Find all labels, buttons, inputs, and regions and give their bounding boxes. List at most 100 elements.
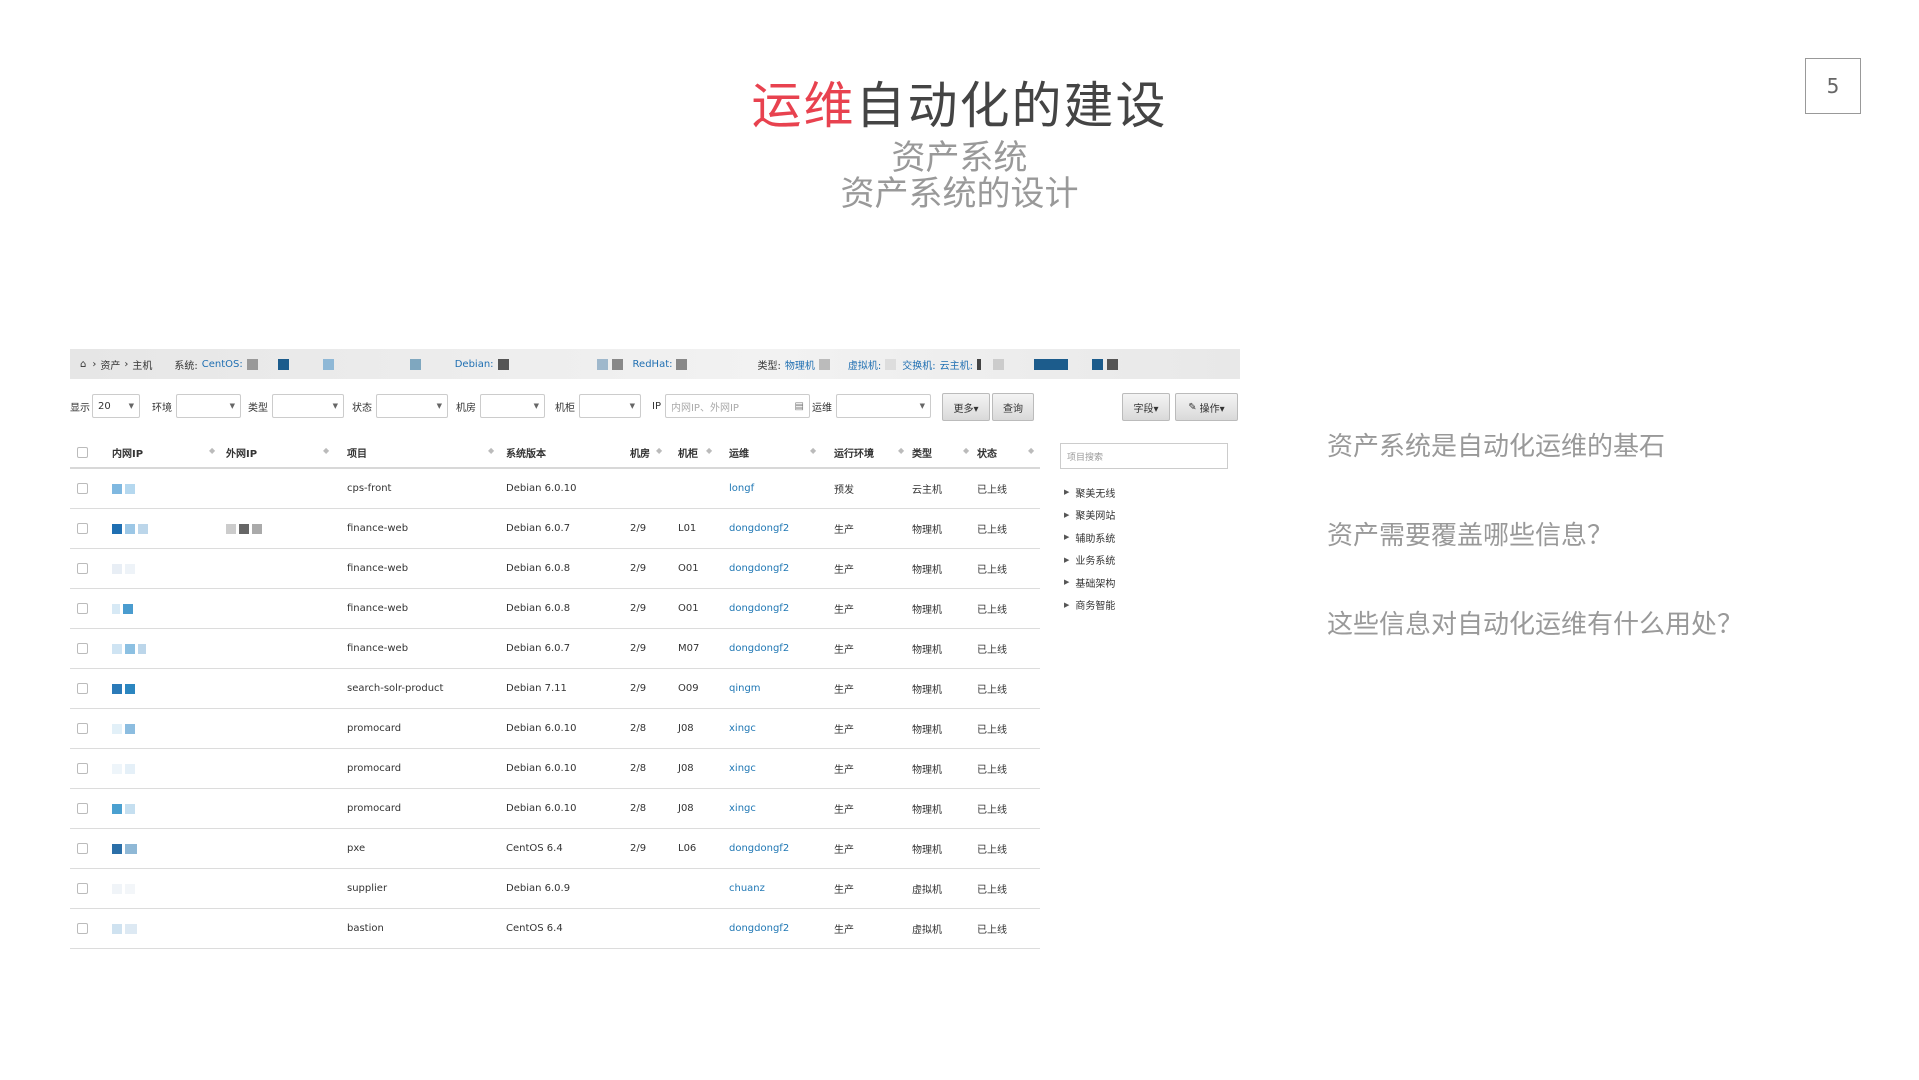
table-row[interactable]: pxe CentOS 6.4 2/9 L06 dongdongf2 生产 物理机 已上线 bbox=[70, 829, 1040, 869]
col-type[interactable]: 类型 bbox=[912, 437, 932, 467]
row-checkbox[interactable] bbox=[77, 803, 88, 814]
debian-filter[interactable]: Debian: bbox=[455, 359, 494, 370]
ops-link[interactable]: chuanz bbox=[729, 869, 765, 908]
breadcrumb-assets[interactable]: 资产 bbox=[100, 357, 120, 372]
status-select[interactable]: ▼ bbox=[376, 394, 448, 418]
table-row[interactable]: finance-web Debian 6.0.7 2/9 L01 dongdongf2 生… bbox=[70, 509, 1040, 549]
room-select[interactable]: ▼ bbox=[480, 394, 545, 418]
tree-item[interactable]: ▶ 基础架构 bbox=[1060, 571, 1240, 594]
cloud-filter[interactable]: 云主机: bbox=[940, 357, 973, 372]
row-checkbox[interactable] bbox=[77, 683, 88, 694]
rack-cell: J08 bbox=[678, 763, 694, 774]
row-checkbox[interactable] bbox=[77, 723, 88, 734]
row-checkbox[interactable] bbox=[77, 923, 88, 934]
row-checkbox[interactable] bbox=[77, 563, 88, 574]
ops-link[interactable]: xingc bbox=[729, 709, 756, 748]
row-checkbox[interactable] bbox=[77, 483, 88, 494]
type-cell: 物理机 bbox=[912, 805, 942, 816]
caret-down-icon: ▼ bbox=[436, 402, 442, 410]
ops-filter-label: 运维 bbox=[812, 402, 832, 414]
ops-select[interactable]: ▼ bbox=[836, 394, 931, 418]
expand-arrow-icon[interactable]: ▶ bbox=[1064, 488, 1069, 496]
expand-arrow-icon[interactable]: ▶ bbox=[1064, 601, 1069, 609]
more-button[interactable]: 更多▾ bbox=[942, 393, 990, 421]
tree-item[interactable]: ▶ 聚美网站 bbox=[1060, 504, 1240, 527]
action-button[interactable]: ✎ 操作▾ bbox=[1175, 393, 1238, 421]
home-icon[interactable]: ⌂ bbox=[80, 359, 86, 370]
ops-link[interactable]: longf bbox=[729, 469, 754, 508]
tree-item[interactable]: ▶ 业务系统 bbox=[1060, 549, 1240, 572]
ops-link[interactable]: dongdongf2 bbox=[729, 829, 789, 868]
ops-link[interactable]: qingm bbox=[729, 669, 761, 708]
col-status[interactable]: 状态 bbox=[977, 437, 997, 467]
ops-link[interactable]: dongdongf2 bbox=[729, 549, 789, 588]
redacted-count bbox=[246, 358, 258, 370]
status-cell: 已上线 bbox=[977, 925, 1007, 936]
expand-arrow-icon[interactable]: ▶ bbox=[1064, 556, 1069, 564]
row-checkbox[interactable] bbox=[77, 603, 88, 614]
col-outer-ip[interactable]: 外网IP bbox=[226, 437, 257, 467]
row-checkbox[interactable] bbox=[77, 883, 88, 894]
col-project[interactable]: 项目 bbox=[347, 437, 367, 467]
env-select[interactable]: ▼ bbox=[176, 394, 241, 418]
virtual-filter[interactable]: 虚拟机: bbox=[848, 357, 881, 372]
row-checkbox[interactable] bbox=[77, 843, 88, 854]
outer-ip-cell bbox=[226, 509, 265, 548]
type-select[interactable]: ▼ bbox=[272, 394, 344, 418]
table-row[interactable]: finance-web Debian 6.0.8 2/9 O01 dongdongf2 生… bbox=[70, 549, 1040, 589]
ops-link[interactable]: dongdongf2 bbox=[729, 629, 789, 668]
fields-button[interactable]: 字段▾ bbox=[1122, 393, 1170, 421]
table-row[interactable]: supplier Debian 6.0.9 chuanz 生产 虚拟机 已上线 bbox=[70, 869, 1040, 909]
expand-arrow-icon[interactable]: ▶ bbox=[1064, 533, 1069, 541]
expand-arrow-icon[interactable]: ▶ bbox=[1064, 511, 1069, 519]
table-row[interactable]: promocard Debian 6.0.10 2/8 J08 xingc 生产 物理机 已上… bbox=[70, 789, 1040, 829]
ops-link[interactable]: dongdongf2 bbox=[729, 509, 789, 548]
title-rest: 自动化的建设 bbox=[855, 77, 1168, 135]
redhat-filter[interactable]: RedHat: bbox=[633, 359, 673, 370]
expand-arrow-icon[interactable]: ▶ bbox=[1064, 578, 1069, 586]
query-button[interactable]: 查询 bbox=[992, 393, 1034, 421]
rack-cell: L01 bbox=[678, 523, 697, 534]
type-cell: 物理机 bbox=[912, 685, 942, 696]
project-search-input[interactable]: 项目搜索 bbox=[1060, 443, 1228, 469]
rack-select[interactable]: ▼ bbox=[579, 394, 641, 418]
table-row[interactable]: promocard Debian 6.0.10 2/8 J08 xingc 生产 物理机 已上… bbox=[70, 709, 1040, 749]
status-filter-label: 状态 bbox=[352, 402, 372, 414]
project-cell: supplier bbox=[347, 883, 388, 894]
ip-search-input[interactable]: 内网IP、外网IP ▤ bbox=[664, 394, 810, 418]
select-all-checkbox[interactable] bbox=[77, 446, 88, 458]
row-checkbox[interactable] bbox=[77, 643, 88, 654]
col-ops[interactable]: 运维 bbox=[729, 437, 749, 467]
os-cell: Debian 6.0.10 bbox=[506, 483, 577, 494]
switch-filter[interactable]: 交换机: bbox=[902, 357, 935, 372]
physical-filter[interactable]: 物理机 bbox=[785, 357, 815, 372]
redacted-count bbox=[611, 358, 623, 370]
col-rack[interactable]: 机柜 bbox=[678, 437, 698, 467]
page-size-select[interactable]: 20 ▼ bbox=[92, 394, 140, 418]
table-row[interactable]: finance-web Debian 6.0.7 2/9 M07 dongdongf2 生… bbox=[70, 629, 1040, 669]
breadcrumb-hosts[interactable]: 主机 bbox=[132, 357, 152, 372]
table-row[interactable]: promocard Debian 6.0.10 2/8 J08 xingc 生产 物理机 已上… bbox=[70, 749, 1040, 789]
col-os[interactable]: 系统版本 bbox=[506, 437, 546, 467]
ops-link[interactable]: dongdongf2 bbox=[729, 589, 789, 628]
tree-item[interactable]: ▶ 聚美无线 bbox=[1060, 481, 1240, 504]
row-checkbox[interactable] bbox=[77, 523, 88, 534]
ops-link[interactable]: dongdongf2 bbox=[729, 909, 789, 948]
col-env[interactable]: 运行环境 bbox=[834, 437, 874, 467]
ops-link[interactable]: xingc bbox=[729, 789, 756, 828]
ops-link[interactable]: xingc bbox=[729, 749, 756, 788]
table-row[interactable]: finance-web Debian 6.0.8 2/9 O01 dongdongf2 生… bbox=[70, 589, 1040, 629]
table-row[interactable]: search-solr-product Debian 7.11 2/9 O09 qing… bbox=[70, 669, 1040, 709]
tree-item[interactable]: ▶ 商务智能 bbox=[1060, 594, 1240, 617]
col-room[interactable]: 机房 bbox=[630, 437, 650, 467]
table-row[interactable]: cps-front Debian 6.0.10 longf 预发 云主机 已上线 bbox=[70, 469, 1040, 509]
os-cell: Debian 7.11 bbox=[506, 683, 567, 694]
tree-item[interactable]: ▶ 辅助系统 bbox=[1060, 526, 1240, 549]
sort-icon: ◆ bbox=[209, 446, 216, 455]
row-checkbox[interactable] bbox=[77, 763, 88, 774]
col-inner-ip[interactable]: 内网IP bbox=[112, 437, 143, 467]
room-cell: 2/8 bbox=[630, 723, 647, 734]
centos-filter[interactable]: CentOS: bbox=[202, 359, 243, 370]
table-row[interactable]: bastion CentOS 6.4 dongdongf2 生产 虚拟机 已上线 bbox=[70, 909, 1040, 949]
os-cell: Debian 6.0.10 bbox=[506, 763, 577, 774]
